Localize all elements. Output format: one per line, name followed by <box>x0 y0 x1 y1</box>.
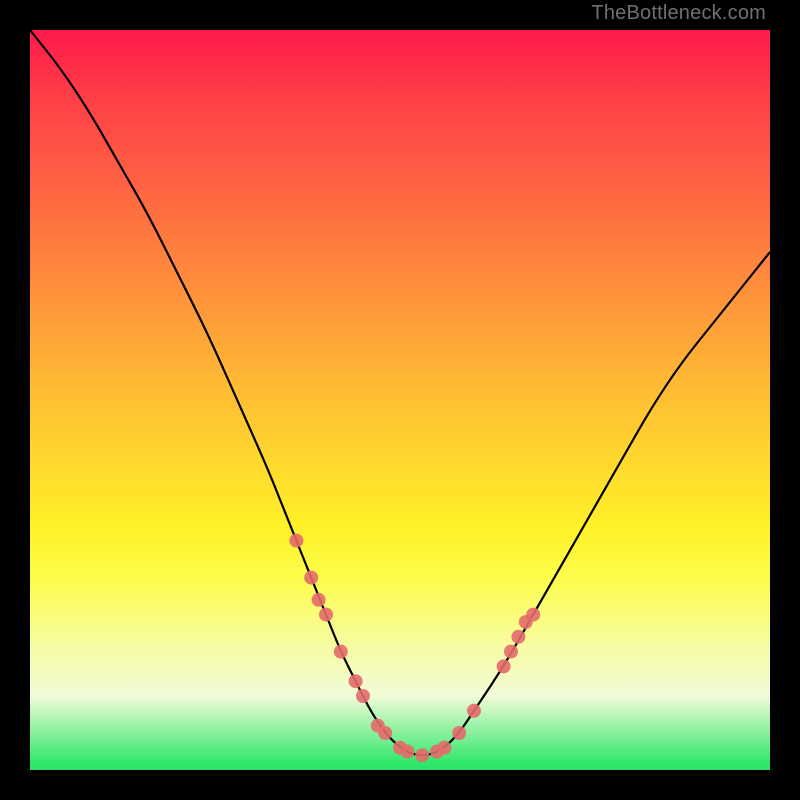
marker-dot <box>497 659 511 673</box>
plot-area <box>30 30 770 770</box>
marker-dot <box>334 645 348 659</box>
watermark-text: TheBottleneck.com <box>591 2 766 25</box>
marker-dot <box>304 571 318 585</box>
marker-dot <box>378 726 392 740</box>
marker-dot <box>526 608 540 622</box>
bottleneck-curve <box>30 30 770 755</box>
marker-dot <box>415 748 429 762</box>
curve-svg <box>30 30 770 770</box>
marker-dot <box>511 630 525 644</box>
marker-dot <box>349 674 363 688</box>
highlighted-points <box>289 534 540 763</box>
marker-dot <box>504 645 518 659</box>
marker-dot <box>289 534 303 548</box>
marker-dot <box>356 689 370 703</box>
curve-path <box>30 30 770 755</box>
marker-dot <box>400 745 414 759</box>
marker-dot <box>437 741 451 755</box>
marker-dot <box>319 608 333 622</box>
marker-dot <box>467 704 481 718</box>
chart-frame: TheBottleneck.com <box>0 0 800 800</box>
marker-dot <box>452 726 466 740</box>
marker-dot <box>312 593 326 607</box>
